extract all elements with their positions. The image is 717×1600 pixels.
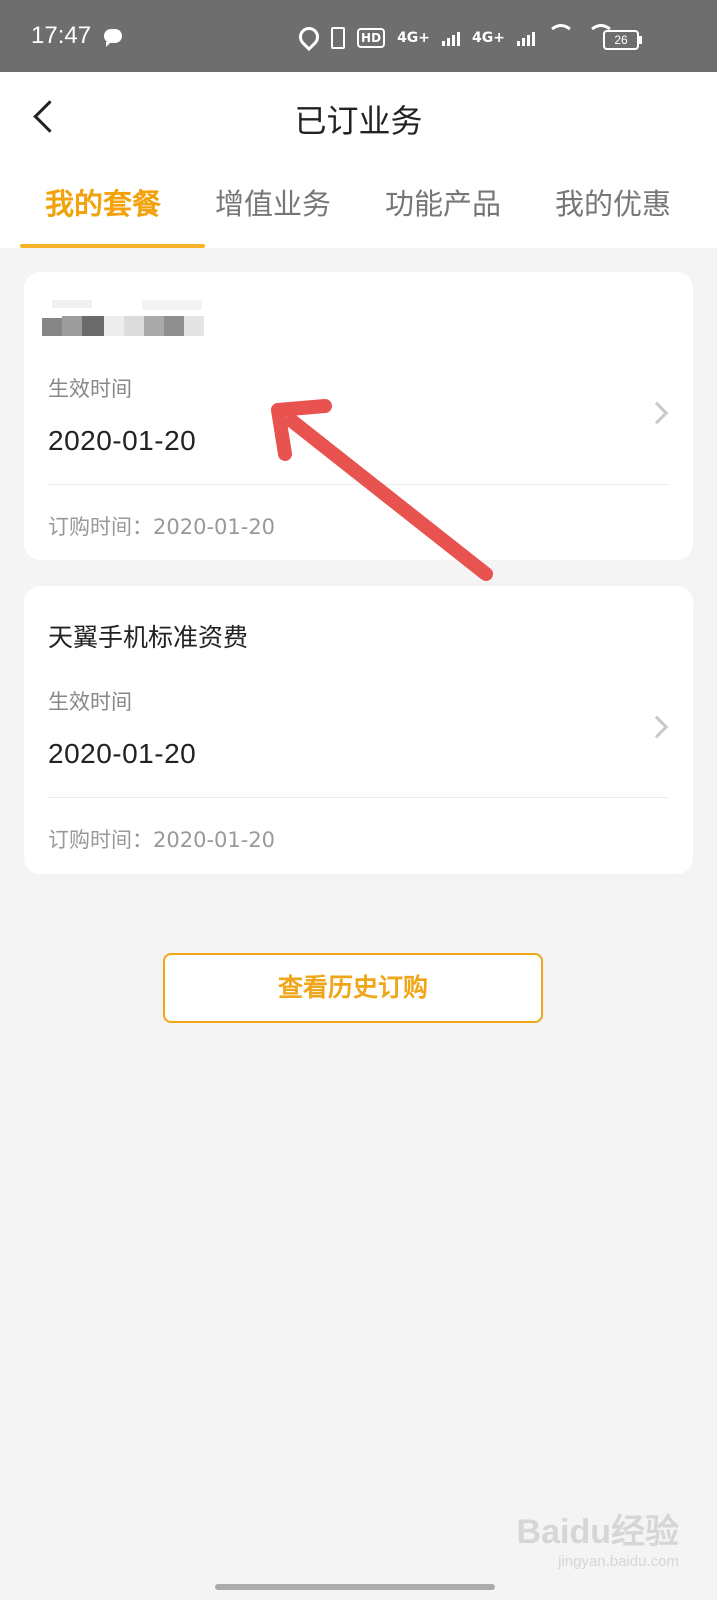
home-indicator[interactable] <box>215 1584 495 1590</box>
watermark-url: jingyan.baidu.com <box>558 1553 679 1570</box>
baidu-watermark: Baidu经验 jingyan.baidu.com <box>517 1504 679 1570</box>
watermark-brand: Baidu经验 <box>516 1513 679 1551</box>
annotation-arrow-icon <box>271 399 493 581</box>
view-history-button[interactable]: 查看历史订购 <box>163 953 543 1023</box>
